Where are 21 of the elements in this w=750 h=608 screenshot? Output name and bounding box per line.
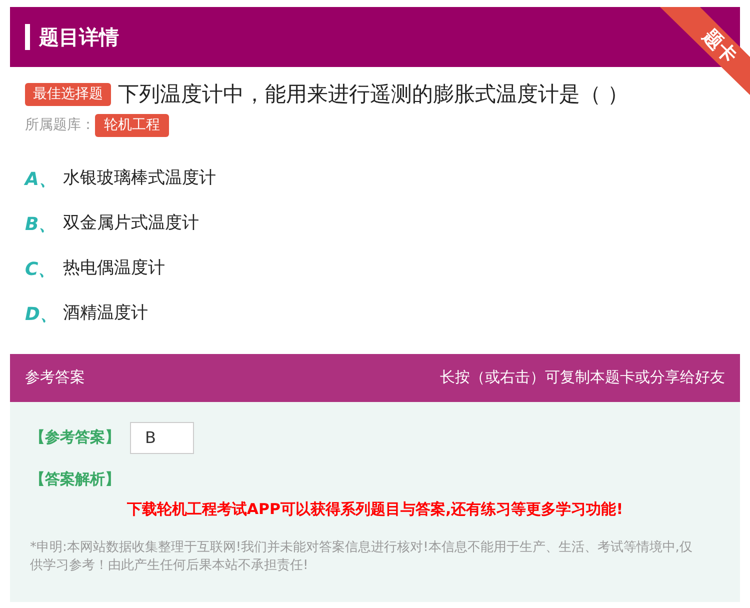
bank-label: 所属题库： <box>25 116 95 134</box>
answer-bar-hint: 长按（或右击）可复制本题卡或分享给好友 <box>440 367 725 388</box>
question-type-badge: 最佳选择题 <box>25 83 111 106</box>
answer-bar-title: 参考答案 <box>25 367 85 388</box>
option-letter: A、 <box>25 168 58 192</box>
question-text: 下列温度计中，能用来进行遥测的膨胀式温度计是（ ） <box>118 81 629 108</box>
option-letter: B、 <box>25 212 58 236</box>
title-marker <box>25 24 30 50</box>
answer-label: 【参考答案】 <box>30 427 120 448</box>
option-text: 酒精温度计 <box>63 302 148 326</box>
disclaimer-text: *申明:本网站数据收集整理于互联网!我们并未能对答案信息进行核对!本信息不能用于生产、生活、考试等情境中,仅供学习参考！由此产生任何后果本站不承担责任! <box>30 538 694 574</box>
option-text: 水银玻璃棒式温度计 <box>63 167 216 190</box>
analysis-label: 【答案解析】 <box>30 468 121 490</box>
option-text: 热电偶温度计 <box>63 257 165 280</box>
promo-text: 下载轮机工程考试APP可以获得系列题目与答案,还有练习等更多学习功能! <box>126 499 624 520</box>
option-letter: C、 <box>25 258 58 282</box>
option-text: 双金属片式温度计 <box>63 212 199 236</box>
bank-badge[interactable]: 轮机工程 <box>95 114 169 136</box>
answer-value: B <box>130 422 194 454</box>
option-letter: D、 <box>25 302 59 326</box>
header-title: 题目详情 <box>39 24 119 51</box>
